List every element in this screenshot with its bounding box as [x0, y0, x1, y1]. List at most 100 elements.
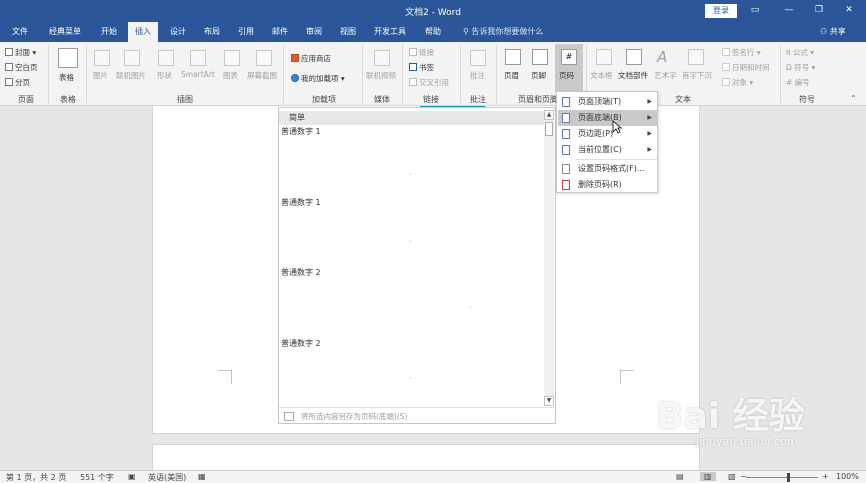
- zoom-slider-knob[interactable]: [787, 473, 790, 482]
- cross-reference-button[interactable]: 交叉引用: [409, 77, 449, 88]
- person-icon: ⚇: [820, 27, 830, 36]
- pictures-label[interactable]: 图片: [93, 70, 108, 81]
- quick-parts-icon[interactable]: [626, 49, 642, 65]
- print-layout-icon[interactable]: ▥: [700, 472, 716, 481]
- tab-classic-menu[interactable]: 经典菜单: [44, 22, 86, 42]
- menu-item-top-of-page[interactable]: 页面顶端(T) ▶: [558, 94, 657, 110]
- tab-developer[interactable]: 开发工具: [370, 22, 410, 42]
- tab-insert[interactable]: 插入: [128, 22, 158, 42]
- scroll-up-arrow-icon[interactable]: ▲: [544, 110, 554, 120]
- zoom-slider-track[interactable]: [746, 477, 818, 478]
- close-button[interactable]: ✕: [842, 3, 856, 17]
- wordart-icon[interactable]: A: [657, 48, 667, 66]
- text-box-label[interactable]: 文本框: [590, 70, 613, 81]
- tab-review[interactable]: 审阅: [300, 22, 328, 42]
- online-pictures-icon[interactable]: [124, 50, 140, 66]
- tab-view[interactable]: 视图: [334, 22, 362, 42]
- chart-label[interactable]: 图表: [223, 70, 238, 81]
- tab-home[interactable]: 开始: [94, 22, 124, 42]
- tab-file[interactable]: 文件: [6, 22, 34, 42]
- symbol-button[interactable]: Ω 符号 ▾: [786, 62, 815, 73]
- page-number-button[interactable]: # 页码: [555, 44, 583, 92]
- gallery-item[interactable]: 普通数字 2 ·: [281, 267, 543, 337]
- login-button[interactable]: 登录: [705, 4, 737, 18]
- drop-cap-icon[interactable]: [688, 49, 704, 65]
- web-layout-icon[interactable]: ▧: [728, 472, 736, 481]
- scroll-thumb[interactable]: [545, 122, 553, 136]
- ribbon-display-icon[interactable]: ▭: [748, 3, 762, 17]
- header-button-label[interactable]: 页眉: [504, 70, 519, 81]
- cover-page-button[interactable]: 封面 ▾: [5, 47, 36, 58]
- menu-item-current-position[interactable]: 当前位置(C) ▶: [558, 142, 657, 158]
- save-selection-as-page-number[interactable]: 将所选内容另存为页码(底端)(S): [279, 407, 555, 424]
- header-icon[interactable]: [505, 49, 521, 65]
- smartart-label[interactable]: SmartArt: [181, 70, 215, 79]
- menu-item-page-margins[interactable]: 页边距(P) ▶: [558, 126, 657, 142]
- shapes-label[interactable]: 形状: [157, 70, 172, 81]
- language-indicator[interactable]: 英语(美国): [148, 472, 186, 483]
- wordart-label[interactable]: 艺术字: [654, 70, 677, 81]
- pictures-icon[interactable]: [94, 50, 110, 66]
- tab-mailings[interactable]: 邮件: [266, 22, 294, 42]
- screenshot-icon[interactable]: [256, 50, 272, 66]
- scroll-down-arrow-icon[interactable]: ▼: [544, 396, 554, 406]
- menu-item-remove-page-numbers[interactable]: 删除页码(R): [558, 177, 657, 193]
- gallery-item[interactable]: 普通数字 1 ·: [281, 126, 543, 196]
- link-button[interactable]: 链接: [409, 47, 434, 58]
- quick-parts-label[interactable]: 文档部件: [618, 70, 648, 81]
- page-count[interactable]: 第 1 页，共 2 页: [6, 472, 66, 483]
- chart-icon[interactable]: [224, 50, 240, 66]
- comment-icon[interactable]: [470, 50, 486, 66]
- submenu-arrow-icon: ▶: [647, 98, 652, 105]
- table-icon[interactable]: [58, 48, 78, 68]
- tell-me-box[interactable]: ⚲ 告诉我你想要做什么: [463, 22, 543, 42]
- gallery-scrollbar[interactable]: ▲ ▼: [544, 110, 554, 406]
- object-button[interactable]: 对象 ▾: [722, 77, 753, 88]
- text-box-icon[interactable]: [596, 49, 612, 65]
- online-video-icon[interactable]: [374, 50, 390, 66]
- gallery-item[interactable]: 普通数字 2 ·: [281, 338, 543, 408]
- store-button[interactable]: 应用商店: [291, 53, 331, 64]
- proofing-icon[interactable]: ▣: [128, 472, 136, 481]
- screenshot-label[interactable]: 屏幕截图: [247, 70, 277, 81]
- gallery-item[interactable]: 普通数字 1 ·: [281, 197, 543, 267]
- zoom-level[interactable]: 100%: [836, 472, 859, 481]
- equation-button[interactable]: π 公式 ▾: [786, 47, 814, 58]
- menu-item-format-page-numbers[interactable]: 设置页码格式(F)...: [558, 161, 657, 177]
- tab-design[interactable]: 设计: [164, 22, 192, 42]
- online-video-label[interactable]: 联机视频: [366, 70, 396, 81]
- page-number-gallery[interactable]: 简单 普通数字 1 · 普通数字 1 · 普通数字 2 · 普通数字 2 · ▲…: [278, 107, 556, 424]
- signature-line-button[interactable]: 签名行 ▾: [722, 47, 761, 58]
- word-count[interactable]: 551 个字: [80, 472, 114, 483]
- date-time-button[interactable]: 日期和时间: [722, 62, 770, 73]
- page-break-button[interactable]: 分页: [5, 77, 30, 88]
- zoom-in-button[interactable]: +: [822, 472, 829, 481]
- footer-button-label[interactable]: 页脚: [531, 70, 546, 81]
- group-separator: [283, 45, 284, 103]
- tab-references[interactable]: 引用: [232, 22, 260, 42]
- blank-page-button[interactable]: 空白页: [5, 62, 38, 73]
- shapes-icon[interactable]: [158, 50, 174, 66]
- tab-layout[interactable]: 布局: [198, 22, 226, 42]
- read-mode-icon[interactable]: ▤: [676, 472, 684, 481]
- my-addins-button[interactable]: 我的加载项 ▾: [291, 73, 345, 84]
- online-pictures-label[interactable]: 联机图片: [116, 70, 146, 81]
- menu-item-bottom-of-page[interactable]: 页面底端(B) ▶: [558, 110, 657, 126]
- document-page-2[interactable]: [152, 444, 700, 470]
- footer-icon[interactable]: [532, 49, 548, 65]
- minimize-button[interactable]: —: [782, 3, 796, 17]
- submenu-arrow-icon: ▶: [647, 114, 652, 121]
- tab-help[interactable]: 帮助: [418, 22, 448, 42]
- signature-icon: [722, 48, 730, 56]
- comment-label[interactable]: 批注: [470, 70, 485, 81]
- share-button[interactable]: ⚇ 共享: [820, 22, 846, 42]
- restore-button[interactable]: ❐: [812, 3, 826, 17]
- collapse-ribbon-icon[interactable]: ⌃: [850, 94, 857, 103]
- gallery-item-label: 普通数字 2: [281, 268, 321, 277]
- table-button-label[interactable]: 表格: [59, 72, 74, 83]
- number-button[interactable]: # 编号: [786, 77, 810, 88]
- smartart-icon[interactable]: [190, 50, 206, 66]
- bookmark-button[interactable]: 书签: [409, 62, 434, 73]
- macro-icon[interactable]: ▦: [198, 472, 206, 481]
- drop-cap-label[interactable]: 首字下沉: [682, 70, 712, 81]
